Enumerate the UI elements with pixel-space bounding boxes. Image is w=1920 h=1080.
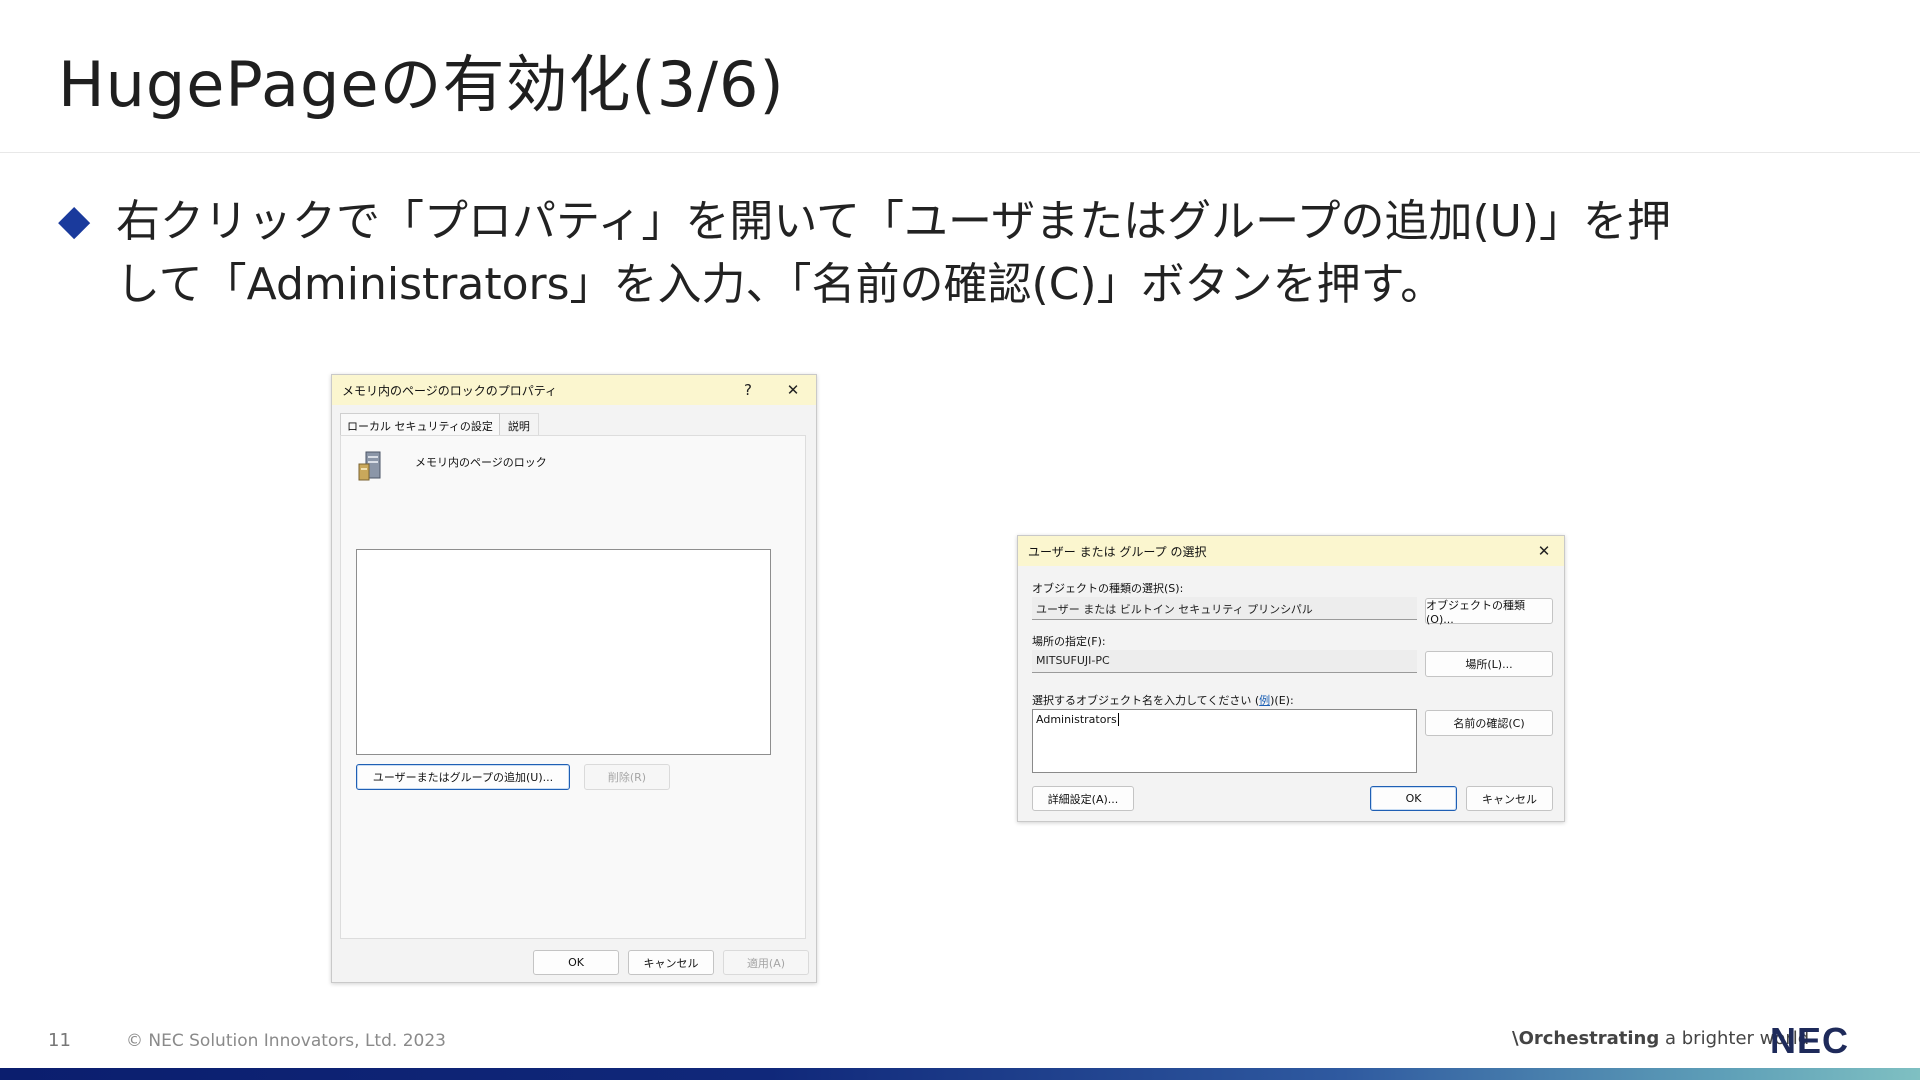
select-dialog-title: ユーザー または グループ の選択 <box>1028 544 1207 559</box>
members-list[interactable] <box>356 549 771 755</box>
object-names-input[interactable]: Administrators <box>1032 709 1417 773</box>
page-number: 11 <box>48 1030 71 1051</box>
text-cursor <box>1117 713 1119 726</box>
tagline: \Orchestrating a brighter world <box>1512 1028 1810 1049</box>
remove-button[interactable]: 削除(R) <box>584 764 670 790</box>
tab-bar: ローカル セキュリティの設定 説明 <box>340 413 539 435</box>
policy-name: メモリ内のページのロック <box>415 456 547 469</box>
footer-gradient-bar <box>0 1068 1920 1080</box>
object-type-label: オブジェクトの種類の選択(S): <box>1032 582 1184 595</box>
close-icon[interactable]: ✕ <box>778 375 808 405</box>
location-label: 場所の指定(F): <box>1032 635 1106 648</box>
properties-dialog-title: メモリ内のページのロックのプロパティ <box>342 383 558 398</box>
properties-dialog: メモリ内のページのロックのプロパティ ? ✕ ローカル セキュリティの設定 説明… <box>331 374 817 983</box>
nec-logo: NEC <box>1770 1020 1850 1061</box>
bullet-line-2: して「Administrators」を入力、「名前の確認(C)」ボタンを押す。 <box>116 259 1445 310</box>
tab-panel: メモリ内のページのロック ユーザーまたはグループの追加(U)... 削除(R) <box>340 435 806 939</box>
advanced-button[interactable]: 詳細設定(A)... <box>1032 786 1134 811</box>
location-field: MITSUFUJI-PC <box>1032 650 1417 673</box>
object-types-button[interactable]: オブジェクトの種類(O)... <box>1425 598 1553 626</box>
add-user-or-group-button[interactable]: ユーザーまたはグループの追加(U)... <box>356 764 570 790</box>
cancel-button[interactable]: キャンセル <box>1466 786 1553 811</box>
examples-link[interactable]: 例 <box>1259 694 1270 707</box>
help-button[interactable]: ? <box>733 375 763 405</box>
server-icon <box>357 450 385 482</box>
slide-title: HugePageの有効化(3/6) <box>58 48 785 121</box>
select-users-dialog: ユーザー または グループ の選択 ✕ オブジェクトの種類の選択(S): ユーザ… <box>1017 535 1565 822</box>
copyright: © NEC Solution Innovators, Ltd. 2023 <box>126 1031 446 1051</box>
object-type-field: ユーザー または ビルトイン セキュリティ プリンシパル <box>1032 597 1417 620</box>
tab-local-security[interactable]: ローカル セキュリティの設定 <box>340 413 500 435</box>
bullet-text: 右クリックで「プロパティ」を開いて「ユーザまたはグループの追加(U)」を押 して… <box>116 190 1671 316</box>
cancel-button[interactable]: キャンセル <box>628 950 714 975</box>
diamond-bullet-icon: ◆ <box>58 195 91 244</box>
locations-button[interactable]: 場所(L)... <box>1425 651 1553 677</box>
apply-button[interactable]: 適用(A) <box>723 950 809 975</box>
bullet-item: ◆ 右クリックで「プロパティ」を開いて「ユーザまたはグループの追加(U)」を押 … <box>58 190 1858 316</box>
check-names-button[interactable]: 名前の確認(C) <box>1425 710 1553 736</box>
close-icon[interactable]: ✕ <box>1529 536 1559 566</box>
object-names-value: Administrators <box>1036 713 1117 726</box>
properties-dialog-titlebar: メモリ内のページのロックのプロパティ ? ✕ <box>332 375 816 405</box>
bullet-line-1: 右クリックで「プロパティ」を開いて「ユーザまたはグループの追加(U)」を押 <box>116 196 1672 247</box>
ok-button[interactable]: OK <box>1370 786 1457 811</box>
enter-object-names-label: 選択するオブジェクト名を入力してください (例)(E): <box>1032 694 1294 707</box>
tab-explain[interactable]: 説明 <box>499 413 539 435</box>
ok-button[interactable]: OK <box>533 950 619 975</box>
title-divider <box>0 152 1920 153</box>
select-dialog-titlebar: ユーザー または グループ の選択 ✕ <box>1018 536 1564 566</box>
